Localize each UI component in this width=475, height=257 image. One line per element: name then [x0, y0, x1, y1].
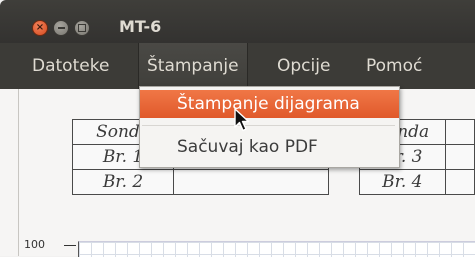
table-row: Br. 4	[359, 169, 475, 195]
maximize-icon	[78, 24, 86, 32]
title-bar: × MT-6	[0, 0, 475, 43]
menu-separator	[142, 125, 395, 126]
menu-stampanje[interactable]: Štampanje	[138, 43, 248, 89]
menu-datoteke[interactable]: Datoteke	[24, 43, 117, 89]
stampanje-dropdown-menu: Štampanje dijagrama Sačuvaj kao PDF	[139, 86, 400, 168]
table-row: Br. 2	[72, 169, 329, 195]
table-cell	[444, 144, 475, 170]
menu-item-save-pdf[interactable]: Sačuvaj kao PDF	[140, 133, 399, 161]
window-title: MT-6	[119, 17, 162, 36]
maximize-window-button[interactable]	[74, 20, 90, 36]
table-cell	[444, 119, 475, 145]
table-cell	[173, 169, 329, 195]
content-border	[18, 89, 19, 256]
probe-label: Br. 2	[72, 169, 174, 195]
menu-bar: Datoteke Štampanje Opcije Pomoć	[0, 43, 475, 89]
graph-y-tick	[64, 245, 76, 246]
close-icon: ×	[35, 22, 45, 33]
menu-item-print-diagram[interactable]: Štampanje dijagrama	[140, 90, 399, 118]
menu-pomoc[interactable]: Pomoć	[358, 43, 430, 89]
graph-area	[78, 241, 475, 257]
menu-opcije[interactable]: Opcije	[269, 43, 338, 89]
mouse-pointer-icon	[234, 108, 250, 132]
graph-y-max-label: 100	[24, 238, 45, 251]
table-cell	[444, 169, 475, 195]
minimize-icon	[57, 27, 65, 29]
minimize-window-button[interactable]	[53, 20, 69, 36]
close-window-button[interactable]: ×	[32, 20, 48, 36]
probe-label: Br. 4	[359, 169, 446, 195]
